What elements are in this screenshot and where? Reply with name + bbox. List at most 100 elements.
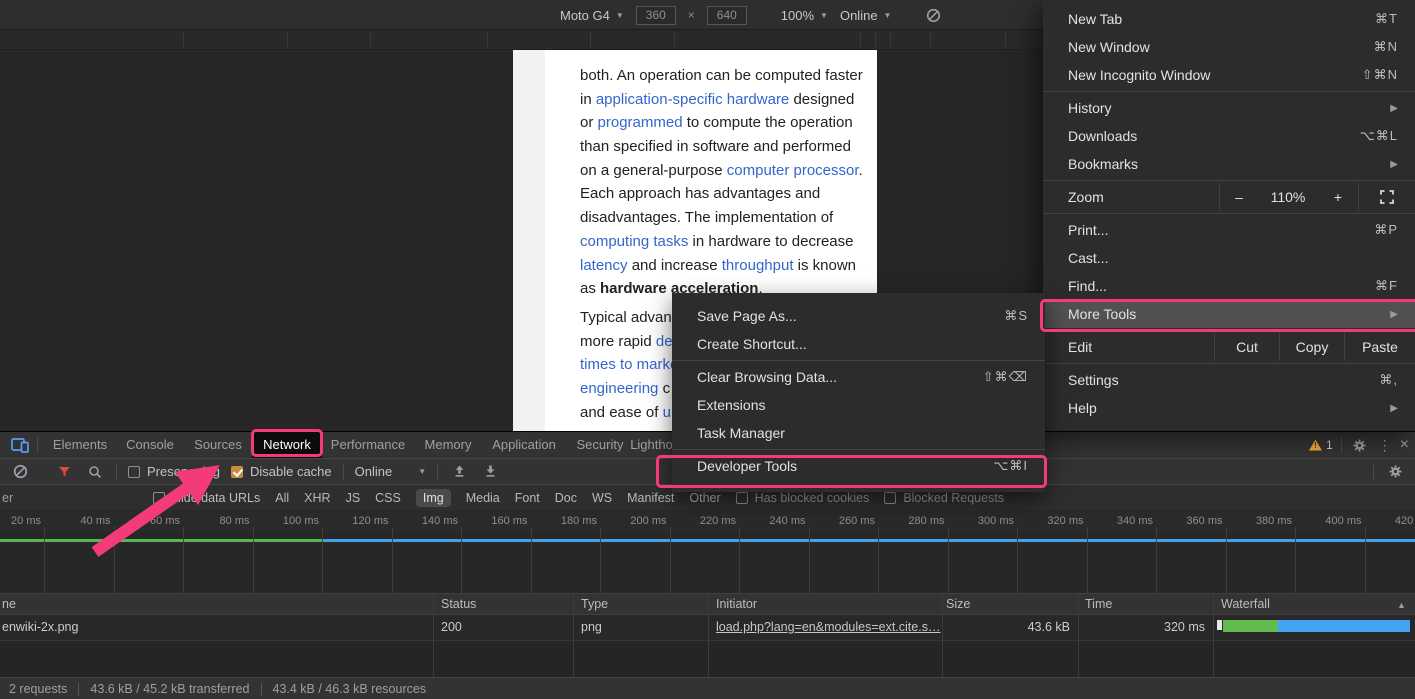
submenu-item-extensions[interactable]: Extensions: [672, 391, 1045, 419]
column-size[interactable]: Size: [946, 597, 970, 611]
wiki-link[interactable]: latency: [580, 257, 628, 274]
timeline-tick-label: 340 ms: [1117, 515, 1153, 527]
filter-type-img[interactable]: Img: [416, 489, 451, 507]
submenu-item-clear-browsing-data[interactable]: Clear Browsing Data... ⇧⌘⌫: [672, 363, 1045, 391]
disable-cache-checkbox[interactable]: Disable cache: [231, 464, 332, 479]
cell-initiator-link[interactable]: load.php?lang=en&modules=ext.cite.s…: [716, 620, 940, 634]
clear-network-log-icon[interactable]: [10, 462, 30, 482]
wiki-link[interactable]: times to marke: [580, 356, 678, 373]
menu-item-downloads[interactable]: Downloads ⌥⌘L: [1043, 122, 1415, 150]
timeline-tick-label: 120 ms: [352, 515, 388, 527]
menu-item-settings[interactable]: Settings ⌘,: [1043, 366, 1415, 394]
page-margin: [513, 50, 545, 431]
wiki-link[interactable]: computing tasks: [580, 233, 688, 250]
tab-elements[interactable]: Elements: [53, 432, 107, 458]
submenu-item-task-manager[interactable]: Task Manager: [672, 419, 1045, 447]
tab-application[interactable]: Application: [492, 432, 556, 458]
device-throttling-select[interactable]: Online ▼: [840, 8, 892, 23]
menu-item-find[interactable]: Find... ⌘F: [1043, 272, 1415, 300]
edit-copy-button[interactable]: Copy: [1280, 339, 1344, 355]
tab-network[interactable]: Network: [252, 432, 322, 458]
wiki-link[interactable]: computer processor: [727, 162, 859, 179]
filter-type-xhr[interactable]: XHR: [304, 491, 330, 505]
issues-badge[interactable]: 1: [1309, 438, 1333, 452]
network-throttling-select[interactable]: Online ▼: [355, 464, 427, 479]
menu-item-new-tab[interactable]: New Tab ⌘T: [1043, 5, 1415, 33]
filter-type-media[interactable]: Media: [466, 491, 500, 505]
filter-type-font[interactable]: Font: [515, 491, 540, 505]
network-settings-gear-icon[interactable]: [1385, 462, 1405, 482]
table-row[interactable]: enwiki-2x.png 200 png load.php?lang=en&m…: [0, 615, 1415, 641]
edit-paste-button[interactable]: Paste: [1345, 339, 1415, 355]
hide-data-urls-checkbox[interactable]: Hide data URLs: [153, 491, 260, 505]
menu-item-new-incognito-window[interactable]: New Incognito Window ⇧⌘N: [1043, 61, 1415, 89]
device-height-input[interactable]: [707, 6, 747, 25]
blocked-requests-checkbox[interactable]: Blocked Requests: [884, 491, 1004, 505]
filter-type-other[interactable]: Other: [689, 491, 720, 505]
menu-separator: [672, 449, 1045, 450]
timeline-tick-label: 360 ms: [1186, 515, 1222, 527]
column-type[interactable]: Type: [581, 597, 608, 611]
chrome-menu: New Tab ⌘T New Window ⌘N New Incognito W…: [1043, 0, 1415, 431]
timeline-ruler[interactable]: 20 ms40 ms60 ms80 ms100 ms120 ms140 ms16…: [0, 510, 1415, 532]
filter-funnel-icon[interactable]: [54, 462, 74, 482]
column-name[interactable]: ne: [2, 597, 16, 611]
device-width-input[interactable]: [636, 6, 676, 25]
filter-type-css[interactable]: CSS: [375, 491, 401, 505]
device-select[interactable]: Moto G4 ▼: [560, 8, 624, 23]
wiki-link[interactable]: application-specific hardware: [596, 91, 789, 108]
dimension-separator: ×: [688, 8, 695, 22]
network-overview[interactable]: [0, 532, 1415, 593]
menu-item-new-window[interactable]: New Window ⌘N: [1043, 33, 1415, 61]
filter-input[interactable]: er: [2, 491, 13, 505]
timeline-tick-label: 380 ms: [1256, 515, 1292, 527]
menu-item-help[interactable]: Help ▶: [1043, 394, 1415, 422]
filter-type-doc[interactable]: Doc: [555, 491, 577, 505]
filter-type-manifest[interactable]: Manifest: [627, 491, 674, 505]
wiki-link[interactable]: engineering: [580, 380, 658, 397]
media-query-bar[interactable]: [0, 30, 1043, 50]
zoom-in-button[interactable]: +: [1318, 189, 1358, 205]
export-har-icon[interactable]: [480, 462, 500, 482]
no-throttling-icon[interactable]: [923, 5, 943, 25]
filter-type-js[interactable]: JS: [346, 491, 361, 505]
submenu-item-save-page-as[interactable]: Save Page As... ⌘S: [672, 302, 1045, 330]
submenu-item-create-shortcut[interactable]: Create Shortcut...: [672, 330, 1045, 358]
has-blocked-cookies-checkbox[interactable]: Has blocked cookies: [736, 491, 870, 505]
search-icon[interactable]: [85, 462, 105, 482]
submenu-item-developer-tools[interactable]: Developer Tools ⌥⌘I: [672, 452, 1045, 480]
zoom-out-button[interactable]: –: [1220, 189, 1258, 205]
network-status-bar: 2 requests 43.6 kB / 45.2 kB transferred…: [0, 677, 1415, 699]
import-har-icon[interactable]: [449, 462, 469, 482]
wiki-link[interactable]: throughput: [722, 257, 794, 274]
menu-item-print[interactable]: Print... ⌘P: [1043, 216, 1415, 244]
preserve-log-checkbox[interactable]: Preserve log: [128, 464, 220, 479]
settings-gear-icon[interactable]: [1350, 435, 1370, 455]
menu-item-bookmarks[interactable]: Bookmarks ▶: [1043, 150, 1415, 178]
tab-performance[interactable]: Performance: [331, 432, 405, 458]
wiki-link[interactable]: de: [656, 333, 673, 350]
device-zoom-select[interactable]: 100% ▼: [781, 8, 828, 23]
wiki-link[interactable]: programmed: [598, 114, 683, 131]
tab-security[interactable]: Security: [577, 432, 624, 458]
waterfall-waiting-bar: [1223, 620, 1278, 632]
column-waterfall[interactable]: Waterfall: [1221, 597, 1270, 611]
wiki-link[interactable]: u: [663, 404, 671, 421]
close-icon[interactable]: ×: [1400, 436, 1409, 454]
column-time[interactable]: Time: [1085, 597, 1112, 611]
menu-item-history[interactable]: History ▶: [1043, 94, 1415, 122]
kebab-menu-icon[interactable]: ⋮: [1378, 437, 1392, 454]
menu-item-more-tools[interactable]: More Tools ▶: [1043, 300, 1415, 328]
edit-cut-button[interactable]: Cut: [1215, 339, 1279, 355]
menu-item-cast[interactable]: Cast...: [1043, 244, 1415, 272]
filter-type-all[interactable]: All: [275, 491, 289, 505]
tab-sources[interactable]: Sources: [194, 432, 242, 458]
column-initiator[interactable]: Initiator: [716, 597, 757, 611]
column-status[interactable]: Status: [441, 597, 476, 611]
device-toolbar-toggle-icon[interactable]: [10, 435, 30, 455]
warning-icon: [1309, 440, 1322, 451]
filter-type-ws[interactable]: WS: [592, 491, 612, 505]
tab-console[interactable]: Console: [126, 432, 174, 458]
fullscreen-button[interactable]: [1359, 190, 1415, 204]
tab-memory[interactable]: Memory: [425, 432, 472, 458]
